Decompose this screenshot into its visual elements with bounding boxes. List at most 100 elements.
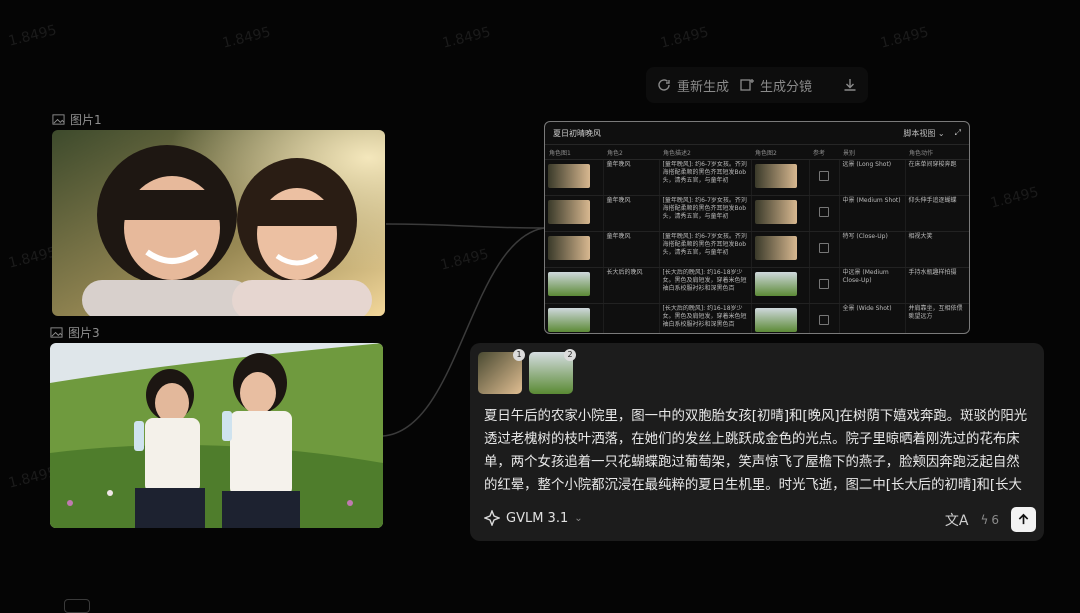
table-row[interactable]: 童年晚风 [童年晚风]: 约6-7岁女孩。齐刘海搭配柔顺的黑色齐耳短发Bob头，… <box>545 231 969 268</box>
reference-image-chip-2[interactable]: 2 <box>529 349 576 394</box>
shot-cell: 中景 (Medium Shot) <box>838 195 905 232</box>
photo-illustration <box>52 130 385 316</box>
refresh-icon <box>658 79 670 91</box>
prompt-card: 1 2 夏日午后的农家小院里，图一中的双胞胎女孩[初晴]和[晚风]在树荫下嬉戏奔… <box>470 343 1044 541</box>
connector-line <box>385 223 545 229</box>
column-header: 角色2 <box>603 144 659 160</box>
panel-title: 夏日初晴晚风 <box>553 128 601 138</box>
description-cell: [童年晚风]: 约6-7岁女孩。齐刘海搭配柔顺的黑色齐耳短发Bob头，清秀五官，… <box>662 161 747 184</box>
role-thumbnail-1[interactable] <box>548 308 590 332</box>
watermark: 1.8495 <box>6 244 59 272</box>
image-node-label-1: 图片1 <box>52 111 102 128</box>
description-cell: [童年晚风]: 约6-7岁女孩。齐刘海搭配柔顺的黑色齐耳短发Bob头，清秀五官，… <box>662 233 747 256</box>
reference-image-icon[interactable] <box>819 243 829 253</box>
prompt-textarea[interactable]: 夏日午后的农家小院里，图一中的双胞胎女孩[初晴]和[晚风]在树荫下嬉戏奔跑。斑驳… <box>484 405 1030 497</box>
reference-chips: 1 2 <box>478 349 576 394</box>
photo-illustration <box>50 343 383 528</box>
column-header: 景别 <box>839 144 905 160</box>
image-node-label-3: 图片3 <box>50 324 100 341</box>
description-cell: [童年晚风]: 约6-7岁女孩。齐刘海搭配柔顺的黑色齐耳短发Bob头，清秀五官，… <box>662 197 747 220</box>
role-thumbnail-2[interactable] <box>754 200 797 224</box>
description-cell: [长大后的晚风]: 约16-18岁少女。黑色及肩短发，穿着米色短袖白系校服衬衫和… <box>662 269 747 292</box>
download-button[interactable] <box>842 77 858 93</box>
table-row[interactable]: 童年晚风 [童年晚风]: 约6-7岁女孩。齐刘海搭配柔顺的黑色齐耳短发Bob头，… <box>545 195 969 232</box>
generate-storyboard-button[interactable]: 生成分镜 <box>739 76 812 95</box>
reference-image-icon[interactable] <box>819 315 829 325</box>
watermark: 1.8495 <box>220 24 273 52</box>
column-header: 角色描述2 <box>659 144 751 160</box>
column-header: 角色图2 <box>751 144 809 160</box>
regenerate-label: 重新生成 <box>677 79 730 95</box>
chip-badge: 1 <box>513 349 525 361</box>
description-cell: [长大后的晚风]: 约16-18岁少女。黑色及肩短发，穿着米色短袖白系校服衬衫和… <box>662 305 747 328</box>
role-cell <box>602 303 659 333</box>
role-thumbnail-1[interactable] <box>548 272 590 296</box>
reference-image-chip-1[interactable]: 1 <box>478 349 525 394</box>
model-name: GVLM 3.1 <box>506 510 569 526</box>
table-header-row: 角色图1 角色2 角色描述2 角色图2 参考 景别 角色动作 <box>545 144 969 160</box>
watermark: 1.8495 <box>878 24 931 52</box>
action-cell: 相视大笑 <box>904 231 969 268</box>
shot-cell: 全景 (Wide Shot) <box>838 303 905 333</box>
reference-image-icon[interactable] <box>819 207 829 217</box>
chip-badge: 2 <box>564 349 576 361</box>
download-icon <box>844 79 856 91</box>
watermark: 1.8495 <box>438 246 491 274</box>
role-thumbnail-1[interactable] <box>548 164 590 188</box>
watermark: 1.8495 <box>440 24 493 52</box>
table-row[interactable]: 长大后的晚风 [长大后的晚风]: 约16-18岁少女。黑色及肩短发，穿着米色短袖… <box>545 267 969 304</box>
watermark: 1.8495 <box>658 24 711 52</box>
image-label: 图片3 <box>68 326 100 340</box>
role-cell: 童年晚风 <box>602 231 659 268</box>
watermark: 1.8495 <box>988 184 1041 212</box>
storyboard-label: 生成分镜 <box>760 79 813 95</box>
action-cell: 并肩靠坐，互相依偎眺望远方 <box>904 303 969 333</box>
shot-cell: 特写 (Close-Up) <box>838 231 905 268</box>
model-selector[interactable]: GVLM 3.1 ⌄ <box>484 510 583 526</box>
role-thumbnail-2[interactable] <box>754 272 797 296</box>
table-row[interactable]: [长大后的晚风]: 约16-18岁少女。黑色及肩短发，穿着米色短袖白系校服衬衫和… <box>545 303 969 333</box>
image-twins-teen[interactable] <box>50 343 383 528</box>
action-cell: 在床单间穿梭奔跑 <box>904 159 969 196</box>
canvas-toolbar: 重新生成 生成分镜 <box>646 67 868 103</box>
column-header: 角色动作 <box>905 144 969 160</box>
role-thumbnail-1[interactable] <box>548 200 590 224</box>
credits-indicator: ϟ 6 <box>980 513 999 527</box>
table-row[interactable]: 童年晚风 [童年晚风]: 约6-7岁女孩。齐刘海搭配柔顺的黑色齐耳短发Bob头，… <box>545 159 969 196</box>
shot-cell: 远景 (Long Shot) <box>838 159 905 196</box>
role-cell: 童年晚风 <box>602 159 659 196</box>
chevron-down-icon: ⌄ <box>574 512 583 524</box>
role-thumbnail-1[interactable] <box>548 236 590 260</box>
minimap-toggle[interactable] <box>64 599 90 613</box>
shot-cell: 中远景 (Medium Close-Up) <box>838 267 905 304</box>
role-thumbnail-2[interactable] <box>754 308 797 332</box>
script-table-panel: 夏日初晴晚风 脚本视图 ⌄ ⤢ 角色图1 角色2 角色描述2 角色图2 参考 景… <box>544 121 970 334</box>
image-icon <box>50 327 63 338</box>
role-cell: 童年晚风 <box>602 195 659 232</box>
regenerate-button[interactable]: 重新生成 <box>656 76 729 95</box>
view-mode-select[interactable]: 脚本视图 ⌄ <box>903 128 944 139</box>
send-button[interactable] <box>1011 507 1036 532</box>
column-header: 参考 <box>809 144 839 160</box>
action-cell: 仰头伸手追逐蝴蝶 <box>904 195 969 232</box>
watermark: 1.8495 <box>6 22 59 50</box>
model-logo-icon <box>484 510 500 526</box>
role-thumbnail-2[interactable] <box>754 164 797 188</box>
role-thumbnail-2[interactable] <box>754 236 797 260</box>
panel-header: 夏日初晴晚风 脚本视图 ⌄ ⤢ <box>545 122 969 144</box>
translate-icon[interactable]: 文A <box>945 510 969 530</box>
column-header: 角色图1 <box>545 144 603 160</box>
action-cell: 手持水瓶趣样拍摄 <box>904 267 969 304</box>
image-twins-childhood[interactable] <box>52 130 385 316</box>
script-table: 角色图1 角色2 角色描述2 角色图2 参考 景别 角色动作 童年晚风 [童年晚… <box>545 144 969 333</box>
image-icon <box>52 114 65 125</box>
lightning-icon: ϟ <box>980 512 989 527</box>
credit-count: 6 <box>991 512 999 527</box>
image-label: 图片1 <box>70 113 102 127</box>
storyboard-icon <box>740 79 755 91</box>
reference-image-icon[interactable] <box>819 171 829 181</box>
expand-icon[interactable]: ⤢ <box>955 128 961 138</box>
prompt-actions: 文A ϟ 6 <box>945 507 1036 532</box>
arrow-up-icon <box>1018 513 1029 525</box>
reference-image-icon[interactable] <box>819 279 829 289</box>
